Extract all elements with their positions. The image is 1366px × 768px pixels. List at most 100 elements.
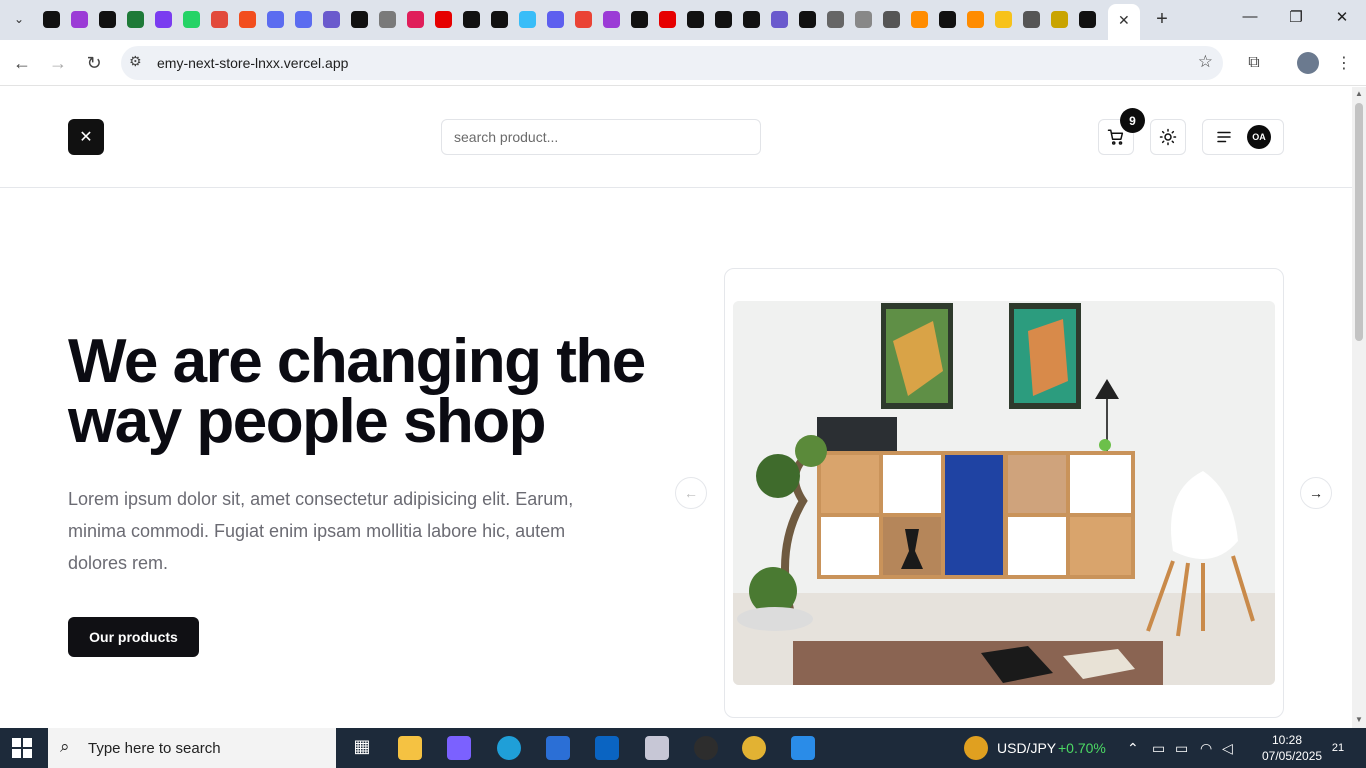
taskbar-search-box[interactable]: ⌕ Type here to search bbox=[48, 728, 336, 768]
tray-device-icon[interactable]: ▭ bbox=[1152, 740, 1165, 757]
chrome-icon[interactable] bbox=[742, 736, 766, 760]
forward-icon[interactable]: → bbox=[45, 50, 71, 76]
tab-search-chevron-icon[interactable]: ⌄ bbox=[8, 8, 30, 30]
file-explorer-icon[interactable] bbox=[398, 736, 422, 760]
pinned-tab-favicon-icon[interactable] bbox=[379, 11, 396, 28]
scroll-up-icon[interactable]: ▲ bbox=[1355, 89, 1363, 98]
pinned-tab-favicon-icon[interactable] bbox=[1023, 11, 1040, 28]
tab-strip: ⌄ ✕ + — ❐ ✕ bbox=[0, 0, 1366, 40]
pinned-tab-favicon-icon[interactable] bbox=[855, 11, 872, 28]
wifi-icon[interactable]: ◠ bbox=[1200, 740, 1212, 757]
system-clock[interactable]: 10:28 07/05/2025 bbox=[1262, 732, 1323, 764]
pinned-tab-favicon-icon[interactable] bbox=[1051, 11, 1068, 28]
pinned-tab-favicon-icon[interactable] bbox=[659, 11, 676, 28]
pinned-tab-favicon-icon[interactable] bbox=[43, 11, 60, 28]
pinned-tab-favicon-icon[interactable] bbox=[939, 11, 956, 28]
pinned-tab-favicon-icon[interactable] bbox=[575, 11, 592, 28]
carousel-next-arrow-icon[interactable]: → bbox=[1300, 477, 1332, 509]
our-products-button[interactable]: Our products bbox=[68, 617, 199, 657]
pinned-tab-favicon-icon[interactable] bbox=[547, 11, 564, 28]
reload-icon[interactable]: ↻ bbox=[81, 50, 107, 76]
pinned-tab-favicon-icon[interactable] bbox=[1079, 11, 1096, 28]
pinned-tab-favicon-icon[interactable] bbox=[463, 11, 480, 28]
cart-count-badge: 9 bbox=[1120, 108, 1145, 133]
pinned-tab-favicon-icon[interactable] bbox=[211, 11, 228, 28]
pinned-tab-favicon-icon[interactable] bbox=[911, 11, 928, 28]
ticker-symbol: USD/JPY bbox=[997, 740, 1057, 756]
site-info-icon[interactable]: ⚙ bbox=[129, 53, 142, 70]
windows-taskbar: ⌕ Type here to search ▦ USD/JPY +0.70% ⌃… bbox=[0, 728, 1366, 768]
pinned-tab-favicon-icon[interactable] bbox=[771, 11, 788, 28]
search-icon: ⌕ bbox=[60, 737, 70, 756]
pinned-tab-favicon-icon[interactable] bbox=[99, 11, 116, 28]
pinned-tab-favicon-icon[interactable] bbox=[715, 11, 732, 28]
site-header: ✕ 9 OA bbox=[0, 87, 1352, 188]
pinned-tab-favicon-icon[interactable] bbox=[519, 11, 536, 28]
menu-lines-icon bbox=[1217, 131, 1231, 143]
site-logo[interactable]: ✕ bbox=[68, 119, 104, 155]
pinned-tab-favicon-icon[interactable] bbox=[603, 11, 620, 28]
pinned-tab-favicon-icon[interactable] bbox=[155, 11, 172, 28]
paint-icon[interactable] bbox=[645, 736, 669, 760]
pinned-tab-favicon-icon[interactable] bbox=[743, 11, 760, 28]
battery-icon[interactable]: ▭ bbox=[1175, 740, 1188, 757]
tray-chevron-icon[interactable]: ⌃ bbox=[1127, 740, 1139, 757]
scroll-down-icon[interactable]: ▼ bbox=[1355, 715, 1363, 724]
bookmark-star-icon[interactable]: ☆ bbox=[1198, 52, 1213, 72]
pinned-tab-favicon-icon[interactable] bbox=[323, 11, 340, 28]
maximize-icon[interactable]: ❐ bbox=[1276, 8, 1316, 26]
vscode-icon[interactable] bbox=[791, 736, 815, 760]
hero-description: Lorem ipsum dolor sit, amet consectetur … bbox=[68, 489, 574, 573]
pinned-tab-favicon-icon[interactable] bbox=[631, 11, 648, 28]
pinned-tab-favicon-icon[interactable] bbox=[491, 11, 508, 28]
pinned-tab-favicon-icon[interactable] bbox=[687, 11, 704, 28]
app-icon[interactable] bbox=[694, 736, 718, 760]
pinned-tab-favicon-icon[interactable] bbox=[295, 11, 312, 28]
pinned-tab-favicon-icon[interactable] bbox=[267, 11, 284, 28]
pinned-tab-favicon-icon[interactable] bbox=[407, 11, 424, 28]
search-input[interactable] bbox=[441, 119, 761, 155]
pinned-tab-favicon-icon[interactable] bbox=[799, 11, 816, 28]
menu-kebab-icon[interactable]: ⋮ bbox=[1332, 51, 1356, 75]
notifications-icon[interactable]: 21 bbox=[1322, 737, 1354, 759]
page-scrollbar[interactable]: ▲ ▼ bbox=[1352, 87, 1366, 728]
active-tab[interactable]: ✕ bbox=[1108, 4, 1140, 40]
pinned-tab-favicon-icon[interactable] bbox=[183, 11, 200, 28]
minimize-icon[interactable]: — bbox=[1230, 8, 1270, 25]
profile-avatar[interactable] bbox=[1297, 52, 1319, 74]
sun-icon bbox=[1159, 128, 1177, 146]
pinned-tab-favicon-icon[interactable] bbox=[127, 11, 144, 28]
pinned-tab-favicon-icon[interactable] bbox=[883, 11, 900, 28]
outlook-icon[interactable] bbox=[595, 736, 619, 760]
store-icon[interactable] bbox=[546, 736, 570, 760]
address-bar[interactable]: ⚙ emy-next-store-lnxx.vercel.app ☆ bbox=[121, 46, 1223, 80]
scrollbar-thumb[interactable] bbox=[1355, 103, 1363, 341]
notification-count: 21 bbox=[1331, 742, 1345, 754]
pinned-tab-favicon-icon[interactable] bbox=[351, 11, 368, 28]
pinned-tab-favicon-icon[interactable] bbox=[71, 11, 88, 28]
theme-toggle-button[interactable] bbox=[1150, 119, 1186, 155]
windows-start-icon[interactable] bbox=[12, 738, 32, 758]
pinned-tab-favicon-icon[interactable] bbox=[239, 11, 256, 28]
clock-time: 10:28 bbox=[1271, 733, 1303, 747]
page-content: ✕ 9 OA We are changing the way people sh… bbox=[0, 87, 1352, 728]
pinned-tab-favicon-icon[interactable] bbox=[967, 11, 984, 28]
extensions-icon[interactable]: ⧉ bbox=[1242, 51, 1266, 75]
logo-icon: ✕ bbox=[79, 129, 93, 146]
edge-icon[interactable] bbox=[497, 736, 521, 760]
close-tab-icon[interactable]: ✕ bbox=[1118, 12, 1130, 29]
carousel-prev-arrow-icon[interactable]: ← bbox=[675, 477, 707, 509]
user-menu-button[interactable] bbox=[1202, 119, 1284, 155]
pinned-tab-favicon-icon[interactable] bbox=[995, 11, 1012, 28]
new-tab-button[interactable]: + bbox=[1151, 8, 1173, 31]
url-text: emy-next-store-lnxx.vercel.app bbox=[157, 55, 349, 71]
clock-date: 07/05/2025 bbox=[1262, 749, 1323, 763]
copilot-icon[interactable] bbox=[447, 736, 471, 760]
user-avatar: OA bbox=[1247, 125, 1271, 149]
close-window-icon[interactable]: ✕ bbox=[1322, 8, 1362, 26]
task-view-icon[interactable]: ▦ bbox=[350, 736, 374, 760]
back-icon[interactable]: ← bbox=[9, 50, 35, 76]
pinned-tab-favicon-icon[interactable] bbox=[435, 11, 452, 28]
pinned-tab-favicon-icon[interactable] bbox=[827, 11, 844, 28]
volume-icon[interactable]: ◁ bbox=[1222, 740, 1233, 757]
